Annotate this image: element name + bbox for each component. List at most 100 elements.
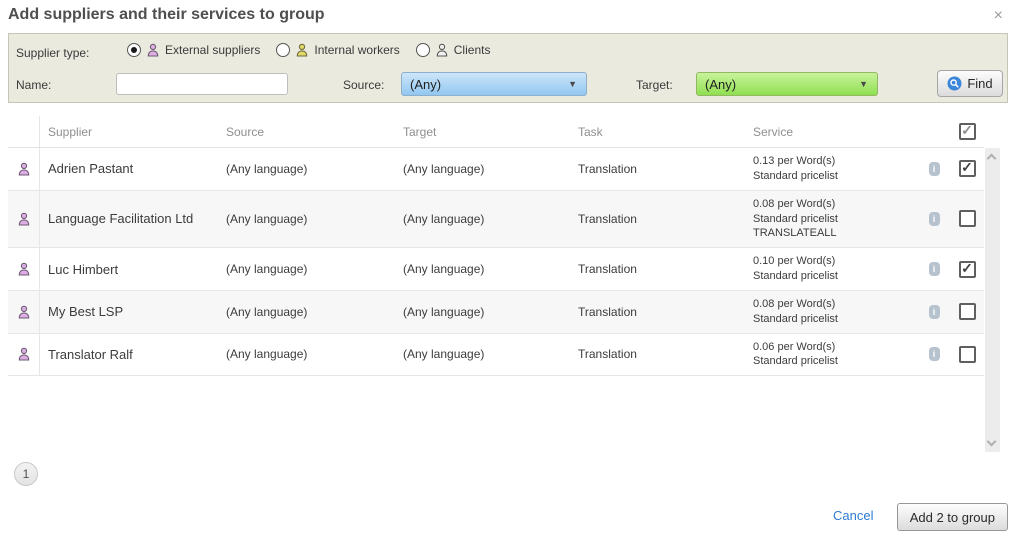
supplier-type-radio-group: External suppliers Internal workers Clie… <box>127 43 490 57</box>
supplier-name: Adrien Pastant <box>40 155 218 182</box>
target-dropdown[interactable]: (Any) ▼ <box>696 72 878 96</box>
row-service: 0.08 per Word(s)Standard pricelist <box>745 291 918 333</box>
source-dropdown-value: (Any) <box>410 77 441 92</box>
info-icon[interactable]: i <box>929 347 940 361</box>
row-checkbox[interactable]: ✓ <box>959 160 976 177</box>
name-label: Name: <box>16 78 51 92</box>
row-checkbox[interactable]: ✓ <box>959 346 976 363</box>
supplier-type-option-label: External suppliers <box>165 43 260 57</box>
info-icon[interactable]: i <box>929 305 940 319</box>
supplier-name: My Best LSP <box>40 298 218 325</box>
table-body: Adrien Pastant (Any language) (Any langu… <box>8 148 984 376</box>
radio-button-icon[interactable] <box>416 43 430 57</box>
service-line: TRANSLATEALL <box>753 226 910 241</box>
cancel-link[interactable]: Cancel <box>833 508 873 523</box>
info-icon[interactable]: i <box>929 212 940 226</box>
source-dropdown[interactable]: (Any) ▼ <box>401 72 587 96</box>
suppliers-table: Supplier Source Target Task Service ✓ Ad… <box>8 116 984 452</box>
close-icon[interactable]: × <box>994 8 1003 24</box>
add-suppliers-dialog: Add suppliers and their services to grou… <box>0 0 1017 543</box>
filter-panel: Supplier type: External suppliers Intern… <box>8 33 1008 103</box>
radio-button-icon[interactable] <box>276 43 290 57</box>
column-header-supplier: Supplier <box>40 125 218 139</box>
service-line: Standard pricelist <box>753 312 910 327</box>
supplier-name: Language Facilitation Ltd <box>40 205 218 232</box>
row-checkbox[interactable]: ✓ <box>959 303 976 320</box>
find-button[interactable]: Find <box>937 70 1003 97</box>
vertical-scrollbar[interactable] <box>985 148 1000 452</box>
service-line: 0.08 per Word(s) <box>753 197 910 212</box>
row-checkbox[interactable]: ✓ <box>959 210 976 227</box>
supplier-type-option[interactable]: Internal workers <box>276 43 399 57</box>
row-target-language: (Any language) <box>395 206 570 232</box>
name-input[interactable] <box>116 73 288 95</box>
row-source-language: (Any language) <box>218 256 395 282</box>
row-source-language: (Any language) <box>218 299 395 325</box>
service-line: Standard pricelist <box>753 212 910 227</box>
search-icon <box>947 76 962 91</box>
person-icon <box>146 43 160 57</box>
table-row[interactable]: Language Facilitation Ltd (Any language)… <box>8 191 984 249</box>
service-line: 0.08 per Word(s) <box>753 297 910 312</box>
dialog-title: Add suppliers and their services to grou… <box>8 6 325 24</box>
supplier-type-label: Supplier type: <box>16 46 89 60</box>
pagination-page-1[interactable]: 1 <box>14 462 38 486</box>
row-target-language: (Any language) <box>395 341 570 367</box>
row-task: Translation <box>570 341 745 367</box>
column-header-source: Source <box>218 125 395 139</box>
chevron-down-icon: ▼ <box>568 79 577 89</box>
table-row[interactable]: Adrien Pastant (Any language) (Any langu… <box>8 148 984 191</box>
table-row[interactable]: Luc Himbert (Any language) (Any language… <box>8 248 984 291</box>
row-task: Translation <box>570 206 745 232</box>
row-service: 0.10 per Word(s)Standard pricelist <box>745 248 918 290</box>
service-line: Standard pricelist <box>753 354 910 369</box>
supplier-type-option-label: Internal workers <box>314 43 399 57</box>
row-target-language: (Any language) <box>395 299 570 325</box>
table-row[interactable]: My Best LSP (Any language) (Any language… <box>8 291 984 334</box>
service-line: 0.06 per Word(s) <box>753 340 910 355</box>
select-all-checkbox[interactable]: ✓ <box>959 123 976 140</box>
supplier-person-icon <box>17 262 31 276</box>
service-line: Standard pricelist <box>753 269 910 284</box>
supplier-person-icon <box>17 162 31 176</box>
find-button-label: Find <box>967 76 992 91</box>
chevron-down-icon: ▼ <box>859 79 868 89</box>
info-icon[interactable]: i <box>929 262 940 276</box>
row-service: 0.08 per Word(s)Standard pricelistTRANSL… <box>745 191 918 248</box>
scroll-down-icon[interactable] <box>987 437 997 447</box>
row-task: Translation <box>570 299 745 325</box>
supplier-person-icon <box>17 347 31 361</box>
scroll-up-icon[interactable] <box>987 154 997 164</box>
supplier-person-icon <box>17 212 31 226</box>
icon-column-header <box>8 116 40 147</box>
service-line: Standard pricelist <box>753 169 910 184</box>
supplier-type-option[interactable]: Clients <box>416 43 491 57</box>
target-dropdown-value: (Any) <box>705 77 736 92</box>
row-source-language: (Any language) <box>218 206 395 232</box>
person-icon <box>295 43 309 57</box>
column-header-task: Task <box>570 125 745 139</box>
row-checkbox[interactable]: ✓ <box>959 261 976 278</box>
person-icon <box>435 43 449 57</box>
column-header-target: Target <box>395 125 570 139</box>
info-icon[interactable]: i <box>929 162 940 176</box>
row-task: Translation <box>570 256 745 282</box>
column-header-service: Service <box>745 125 918 139</box>
row-source-language: (Any language) <box>218 341 395 367</box>
service-line: 0.10 per Word(s) <box>753 254 910 269</box>
row-source-language: (Any language) <box>218 156 395 182</box>
table-row[interactable]: Translator Ralf (Any language) (Any lang… <box>8 334 984 377</box>
supplier-type-option-label: Clients <box>454 43 491 57</box>
row-target-language: (Any language) <box>395 156 570 182</box>
row-task: Translation <box>570 156 745 182</box>
row-target-language: (Any language) <box>395 256 570 282</box>
row-service: 0.13 per Word(s)Standard pricelist <box>745 148 918 190</box>
target-label: Target: <box>636 78 673 92</box>
supplier-type-option[interactable]: External suppliers <box>127 43 260 57</box>
table-header-row: Supplier Source Target Task Service ✓ <box>8 116 984 148</box>
supplier-name: Luc Himbert <box>40 256 218 283</box>
row-service: 0.06 per Word(s)Standard pricelist <box>745 334 918 376</box>
add-to-group-button[interactable]: Add 2 to group <box>897 503 1008 531</box>
radio-button-icon[interactable] <box>127 43 141 57</box>
supplier-name: Translator Ralf <box>40 341 218 368</box>
